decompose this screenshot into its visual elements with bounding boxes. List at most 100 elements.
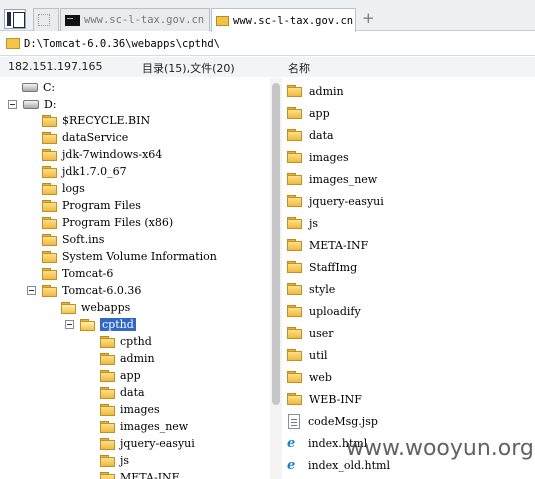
tree-label: js <box>120 454 130 467</box>
tree-label: jdk-7windows-x64 <box>62 148 163 161</box>
tree-label: images_new <box>120 420 189 433</box>
list-item[interactable]: codeMsg.jsp <box>284 410 378 432</box>
folder-icon <box>287 393 302 405</box>
tree-node-drive-c[interactable]: C: <box>22 79 55 96</box>
scrollbar-thumb[interactable] <box>272 83 280 405</box>
folder-icon <box>287 261 302 273</box>
folder-icon <box>287 371 302 383</box>
tree-node[interactable]: dataService <box>42 129 128 146</box>
tree-label: webapps <box>81 301 131 314</box>
list-item[interactable]: user <box>284 322 334 344</box>
collapse-icon[interactable] <box>8 100 17 109</box>
file-name: jquery-easyui <box>309 194 384 208</box>
tree-node-cpthd-selected[interactable]: cpthd <box>65 316 136 333</box>
list-item[interactable]: admin <box>284 80 344 102</box>
tree-label: Program Files <box>62 199 141 212</box>
file-name: js <box>309 216 319 230</box>
tab-1[interactable]: www.sc-l-tax.gov.cn <box>60 8 210 31</box>
tree-label: $RECYCLE.BIN <box>62 114 151 127</box>
folder-icon <box>287 85 302 97</box>
file-name: app <box>309 106 330 120</box>
tree-node[interactable]: System Volume Information <box>42 248 217 265</box>
file-name: user <box>309 326 334 340</box>
tree-node[interactable]: jdk1.7.0_67 <box>42 163 127 180</box>
path-bar[interactable]: D:\Tomcat-6.0.36\webapps\cpthd\ <box>0 32 535 56</box>
list-item[interactable]: uploadify <box>284 300 361 322</box>
tree-label: cpthd <box>120 335 152 348</box>
list-item[interactable]: style <box>284 278 335 300</box>
file-name: data <box>309 128 334 142</box>
list-item[interactable]: images_new <box>284 168 377 190</box>
folder-icon <box>287 151 302 163</box>
folder-icon <box>42 199 57 212</box>
tree-label: C: <box>43 81 56 94</box>
new-tab-button[interactable]: + <box>362 9 375 27</box>
folder-open-icon <box>80 318 95 331</box>
list-item[interactable]: WEB-INF <box>284 388 362 410</box>
list-item[interactable]: META-INF <box>284 234 368 256</box>
folder-icon <box>287 327 302 339</box>
tree-node[interactable]: META-INF <box>100 469 179 479</box>
tree-scrollbar[interactable] <box>270 78 282 479</box>
tree-node[interactable]: admin <box>100 350 155 367</box>
folder-icon <box>42 131 57 144</box>
folder-icon <box>42 267 57 280</box>
tree-node[interactable]: cpthd <box>100 333 152 350</box>
tree-node[interactable]: app <box>100 367 141 384</box>
html-file-icon: e <box>287 457 296 473</box>
list-item[interactable]: StaffImg <box>284 256 357 278</box>
folder-icon <box>287 217 302 229</box>
tree-node[interactable]: Tomcat-6 <box>42 265 113 282</box>
list-item[interactable]: web <box>284 366 332 388</box>
tree-node[interactable]: Program Files <box>42 197 141 214</box>
file-name: WEB-INF <box>309 392 362 406</box>
directory-tree: C: D: $RECYCLE.BIN dataService jdk-7wind… <box>0 78 270 479</box>
folder-icon <box>287 107 302 119</box>
tree-node[interactable]: Soft.ins <box>42 231 104 248</box>
tree-node[interactable]: Program Files (x86) <box>42 214 173 231</box>
terminal-icon <box>65 14 80 26</box>
folder-icon <box>42 114 57 127</box>
tree-node-drive-d[interactable]: D: <box>8 96 57 113</box>
file-name: META-INF <box>309 238 369 252</box>
info-bar: 182.151.197.165 目录(15),文件(20) 名称 <box>0 57 535 77</box>
tree-node-tomcat[interactable]: Tomcat-6.0.36 <box>27 282 141 299</box>
tab-blank[interactable] <box>33 8 59 31</box>
tab-2-title: www.sc-l-tax.gov.cn <box>233 14 354 27</box>
sidebar-toggle-icon[interactable] <box>4 9 26 29</box>
tree-node[interactable]: js <box>100 452 129 469</box>
tree-label: app <box>120 369 141 382</box>
list-item[interactable]: images <box>284 146 349 168</box>
tab-2-active[interactable]: www.sc-l-tax.gov.cn <box>211 8 356 32</box>
collapse-icon[interactable] <box>65 320 74 329</box>
tree-node[interactable]: jdk-7windows-x64 <box>42 146 162 163</box>
collapse-icon[interactable] <box>27 286 36 295</box>
tree-label: Tomcat-6.0.36 <box>62 284 142 297</box>
tree-node[interactable]: logs <box>42 180 85 197</box>
html-file-icon: e <box>287 435 296 451</box>
list-item[interactable]: js <box>284 212 318 234</box>
folder-icon <box>42 182 57 195</box>
file-name: uploadify <box>309 304 361 318</box>
tree-label: admin <box>120 352 155 365</box>
tree-label: jdk1.7.0_67 <box>62 165 127 178</box>
drive-icon <box>22 83 38 92</box>
tree-node[interactable]: $RECYCLE.BIN <box>42 112 150 129</box>
tree-node[interactable]: images_new <box>100 418 188 435</box>
column-header-name[interactable]: 名称 <box>288 60 310 76</box>
tree-node[interactable]: jquery-easyui <box>100 435 195 452</box>
tree-node[interactable]: images <box>100 401 160 418</box>
file-name: StaffImg <box>309 260 358 274</box>
tree-label: META-INF <box>120 471 180 479</box>
folder-icon <box>6 38 20 49</box>
list-item[interactable]: jquery-easyui <box>284 190 384 212</box>
list-item[interactable]: data <box>284 124 334 146</box>
drive-icon <box>23 100 39 109</box>
list-item[interactable]: util <box>284 344 328 366</box>
tree-node[interactable]: data <box>100 384 145 401</box>
tree-node-webapps[interactable]: webapps <box>61 299 130 316</box>
list-item[interactable]: app <box>284 102 330 124</box>
folder-icon <box>100 335 115 348</box>
folder-icon <box>287 349 302 361</box>
folder-icon <box>100 352 115 365</box>
